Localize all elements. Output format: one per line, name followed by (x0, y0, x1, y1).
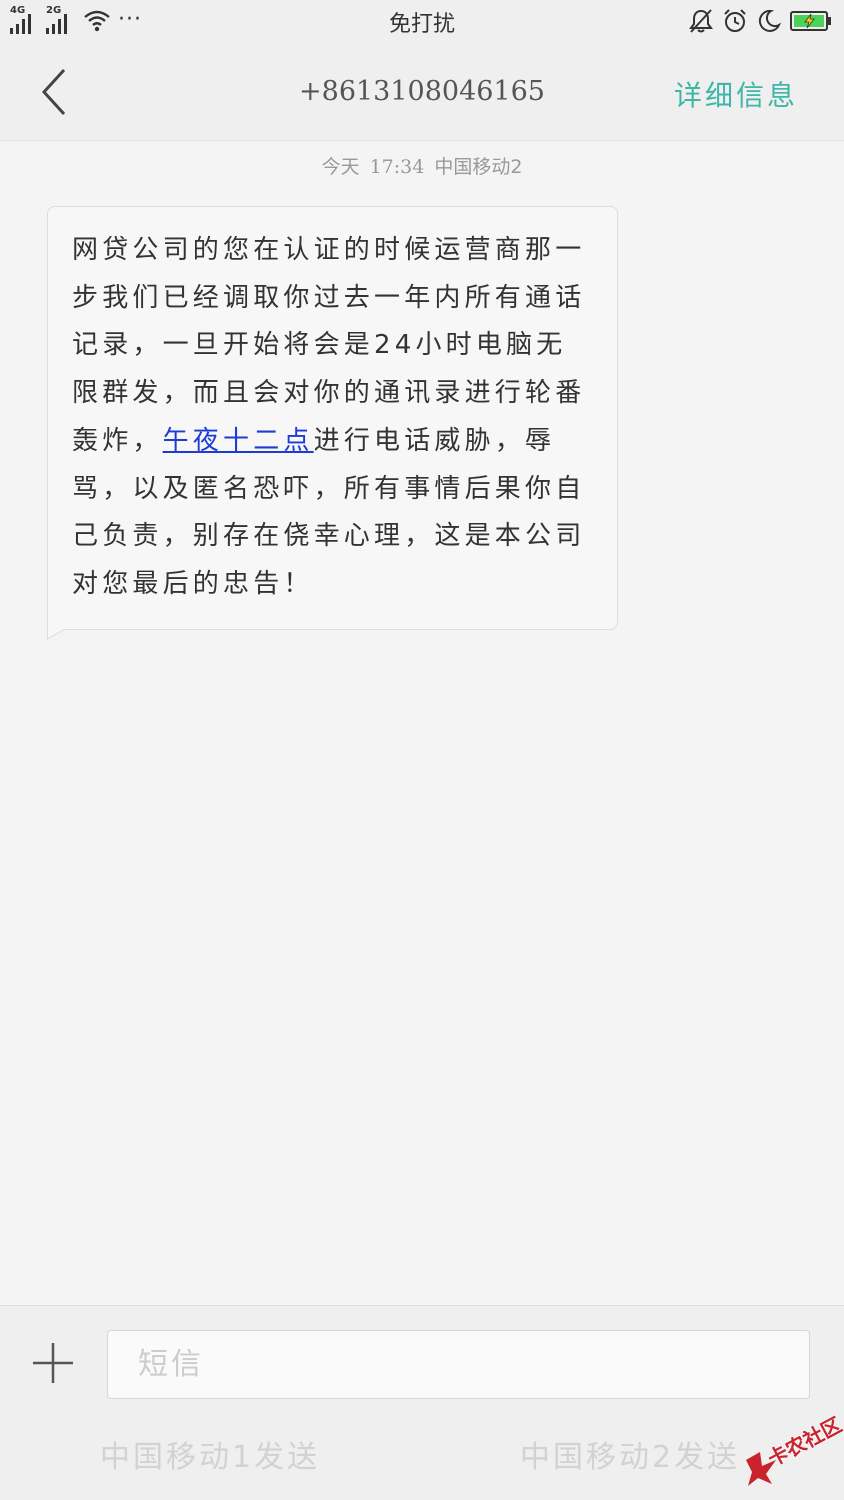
composer-bar: 中国移动1发送 中国移动2发送 (0, 1305, 844, 1500)
message-text: 网贷公司的您在认证的时候运营商那一步我们已经调取你过去一年内所有通话记录，一旦开… (72, 227, 593, 609)
battery-charging-icon (790, 11, 831, 31)
status-bar: 4G 2G ··· 免打扰 (0, 0, 844, 44)
message-date: 今天 (321, 156, 360, 178)
alarm-clock-icon (724, 9, 746, 32)
bubble-tail (47, 622, 65, 640)
watermark: 卡农社区 (740, 1404, 844, 1488)
sms-input[interactable] (107, 1330, 810, 1399)
message-sim: 中国移动2 (434, 156, 523, 178)
status-bar-right (688, 8, 832, 34)
details-button[interactable]: 详细信息 (674, 74, 798, 114)
conversation-header: +8613108046165 详细信息 (0, 44, 844, 141)
message-text-before: 网贷公司的您在认证的时候运营商那一步我们已经调取你过去一年内所有通话记录，一旦开… (72, 235, 586, 456)
plus-icon[interactable] (30, 1340, 76, 1386)
message-bubble[interactable]: 网贷公司的您在认证的时候运营商那一步我们已经调取你过去一年内所有通话记录，一旦开… (47, 206, 618, 630)
message-time: 17:34 (369, 156, 425, 178)
sms-conversation-screen: 4G 2G ··· 免打扰 +8613108046165 详细信息 今天 17:… (0, 0, 844, 1500)
message-time-link[interactable]: 午夜十二点 (163, 426, 314, 456)
send-sim1-button[interactable]: 中国移动1发送 (100, 1432, 320, 1476)
message-timestamp: 今天 17:34 中国移动2 (0, 152, 844, 179)
moon-icon (758, 9, 782, 32)
notifications-off-icon (689, 9, 713, 33)
send-sim2-button[interactable]: 中国移动2发送 (520, 1432, 740, 1476)
